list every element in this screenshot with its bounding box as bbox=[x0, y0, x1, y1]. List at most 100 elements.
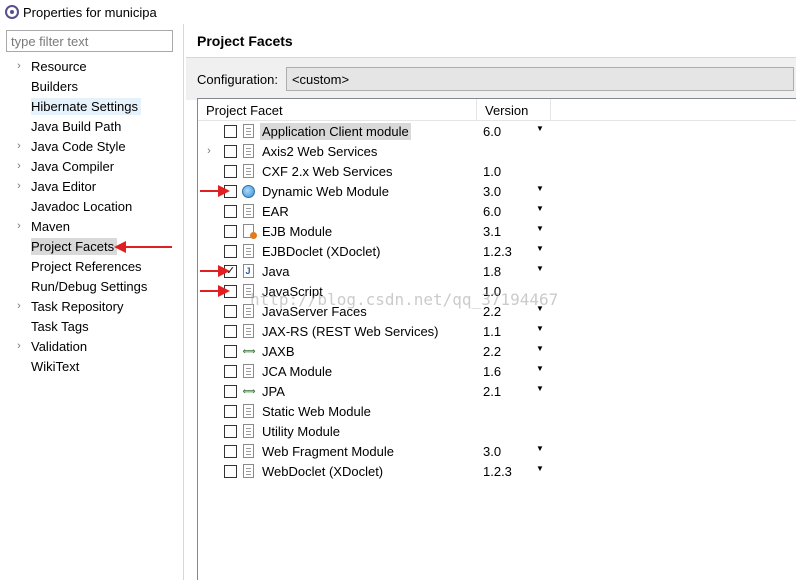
filter-input[interactable] bbox=[6, 30, 173, 52]
facet-checkbox[interactable] bbox=[224, 384, 237, 398]
version-dropdown-icon[interactable]: ▼ bbox=[536, 324, 544, 333]
facet-checkbox[interactable] bbox=[224, 364, 237, 378]
facet-checkbox[interactable] bbox=[224, 424, 237, 438]
version-cell[interactable]: 1.2.3 ▼ bbox=[477, 461, 551, 481]
doc-icon bbox=[241, 143, 255, 159]
facet-version: 1.1 bbox=[483, 323, 502, 339]
sidebar-item-label: Java Editor bbox=[31, 178, 97, 194]
table-row[interactable]: WebDoclet (XDoclet) 1.2.3 ▼ bbox=[198, 461, 796, 481]
version-dropdown-icon[interactable]: ▼ bbox=[536, 244, 544, 253]
facet-cell: EJBDoclet (XDoclet) bbox=[198, 241, 477, 261]
version-dropdown-icon[interactable]: ▼ bbox=[536, 184, 544, 193]
version-dropdown-icon[interactable]: ▼ bbox=[536, 384, 544, 393]
facet-name: Axis2 Web Services bbox=[262, 143, 378, 159]
facet-cell: ⇐⇒ JAXB bbox=[198, 341, 477, 361]
facet-checkbox[interactable] bbox=[224, 464, 237, 478]
table-row[interactable]: JavaServer Faces 2.2 ▼ bbox=[198, 301, 796, 321]
facet-checkbox[interactable] bbox=[224, 224, 237, 238]
sidebar-item-java-compiler[interactable]: › Java Compiler bbox=[0, 156, 184, 176]
facet-checkbox[interactable] bbox=[224, 324, 237, 338]
sidebar-item-java-build-path[interactable]: Java Build Path bbox=[0, 116, 184, 136]
version-cell[interactable]: 3.0 ▼ bbox=[477, 441, 551, 461]
facet-checkbox[interactable] bbox=[224, 124, 237, 138]
version-cell[interactable]: 1.8 ▼ bbox=[477, 261, 551, 281]
table-row[interactable]: JavaScript 1.0 bbox=[198, 281, 796, 301]
version-cell[interactable]: 1.1 ▼ bbox=[477, 321, 551, 341]
table-row[interactable]: Dynamic Web Module 3.0 ▼ bbox=[198, 181, 796, 201]
sidebar-item-task-repository[interactable]: › Task Repository bbox=[0, 296, 184, 316]
expand-chevron-icon[interactable]: › bbox=[14, 300, 24, 312]
sidebar-item-resource[interactable]: › Resource bbox=[0, 56, 184, 76]
sidebar-item-validation[interactable]: › Validation bbox=[0, 336, 184, 356]
version-dropdown-icon[interactable]: ▼ bbox=[536, 264, 544, 273]
version-cell bbox=[477, 401, 551, 421]
facet-version: 3.1 bbox=[483, 223, 502, 239]
table-row[interactable]: J Java 1.8 ▼ bbox=[198, 261, 796, 281]
table-row[interactable]: JCA Module 1.6 ▼ bbox=[198, 361, 796, 381]
sidebar-item-maven[interactable]: › Maven bbox=[0, 216, 184, 236]
version-cell[interactable]: 1.6 ▼ bbox=[477, 361, 551, 381]
version-cell[interactable]: 6.0 ▼ bbox=[477, 121, 551, 141]
facet-checkbox[interactable] bbox=[224, 164, 237, 178]
version-cell[interactable]: 2.1 ▼ bbox=[477, 381, 551, 401]
facet-checkbox[interactable] bbox=[224, 204, 237, 218]
sidebar-item-project-references[interactable]: Project References bbox=[0, 256, 184, 276]
expand-chevron-icon[interactable]: › bbox=[14, 60, 24, 72]
sidebar-item-hibernate-settings[interactable]: Hibernate Settings bbox=[0, 96, 184, 116]
table-row[interactable]: CXF 2.x Web Services 1.0 bbox=[198, 161, 796, 181]
version-cell[interactable]: 2.2 ▼ bbox=[477, 301, 551, 321]
table-row[interactable]: JAX-RS (REST Web Services) 1.1 ▼ bbox=[198, 321, 796, 341]
column-header-version[interactable]: Version bbox=[477, 99, 551, 121]
version-dropdown-icon[interactable]: ▼ bbox=[536, 204, 544, 213]
version-dropdown-icon[interactable]: ▼ bbox=[536, 304, 544, 313]
version-cell[interactable]: 3.0 ▼ bbox=[477, 181, 551, 201]
version-dropdown-icon[interactable]: ▼ bbox=[536, 124, 544, 133]
expand-chevron-icon[interactable]: › bbox=[14, 140, 24, 152]
facet-checkbox[interactable] bbox=[224, 144, 237, 158]
sidebar-item-task-tags[interactable]: Task Tags bbox=[0, 316, 184, 336]
expand-chevron-icon[interactable]: › bbox=[14, 160, 24, 172]
table-row[interactable]: EAR 6.0 ▼ bbox=[198, 201, 796, 221]
sidebar-item-javadoc-location[interactable]: Javadoc Location bbox=[0, 196, 184, 216]
table-row[interactable]: EJB Module 3.1 ▼ bbox=[198, 221, 796, 241]
version-cell[interactable]: 2.2 ▼ bbox=[477, 341, 551, 361]
table-row[interactable]: Static Web Module bbox=[198, 401, 796, 421]
version-dropdown-icon[interactable]: ▼ bbox=[536, 224, 544, 233]
facet-version: 2.1 bbox=[483, 383, 502, 399]
expand-chevron-icon[interactable]: › bbox=[204, 145, 214, 157]
expand-chevron-icon[interactable]: › bbox=[14, 180, 24, 192]
version-dropdown-icon[interactable]: ▼ bbox=[536, 464, 544, 473]
version-cell[interactable]: 3.1 ▼ bbox=[477, 221, 551, 241]
sidebar-item-builders[interactable]: Builders bbox=[0, 76, 184, 96]
facet-cell: Static Web Module bbox=[198, 401, 477, 421]
table-row[interactable]: › Axis2 Web Services bbox=[198, 141, 796, 161]
table-row[interactable]: ⇐⇒ JAXB 2.2 ▼ bbox=[198, 341, 796, 361]
table-row[interactable]: EJBDoclet (XDoclet) 1.2.3 ▼ bbox=[198, 241, 796, 261]
facet-checkbox[interactable] bbox=[224, 304, 237, 318]
facet-checkbox[interactable] bbox=[224, 244, 237, 258]
expand-chevron-icon[interactable]: › bbox=[14, 340, 24, 352]
version-dropdown-icon[interactable]: ▼ bbox=[536, 364, 544, 373]
table-row[interactable]: Application Client module 6.0 ▼ bbox=[198, 121, 796, 141]
version-dropdown-icon[interactable]: ▼ bbox=[536, 344, 544, 353]
facet-cell: CXF 2.x Web Services bbox=[198, 161, 477, 181]
facet-checkbox[interactable] bbox=[224, 444, 237, 458]
facet-checkbox[interactable] bbox=[224, 404, 237, 418]
version-dropdown-icon[interactable]: ▼ bbox=[536, 444, 544, 453]
column-header-facet[interactable]: Project Facet bbox=[198, 99, 477, 121]
expand-chevron-icon[interactable]: › bbox=[14, 220, 24, 232]
property-tree: › Resource Builders Hibernate Settings Java … bbox=[0, 56, 184, 376]
table-row[interactable]: Web Fragment Module 3.0 ▼ bbox=[198, 441, 796, 461]
facet-cell: WebDoclet (XDoclet) bbox=[198, 461, 477, 481]
sidebar-item-wikitext[interactable]: WikiText bbox=[0, 356, 184, 376]
facet-checkbox[interactable] bbox=[224, 344, 237, 358]
table-row[interactable]: Utility Module bbox=[198, 421, 796, 441]
configuration-select[interactable]: <custom> bbox=[285, 67, 794, 91]
table-row[interactable]: ⇐⇒ JPA 2.1 ▼ bbox=[198, 381, 796, 401]
sidebar-item-java-editor[interactable]: › Java Editor bbox=[0, 176, 184, 196]
sidebar-item-run-debug-settings[interactable]: Run/Debug Settings bbox=[0, 276, 184, 296]
version-cell[interactable]: 1.2.3 ▼ bbox=[477, 241, 551, 261]
facet-version: 6.0 bbox=[483, 203, 502, 219]
version-cell[interactable]: 6.0 ▼ bbox=[477, 201, 551, 221]
sidebar-item-java-code-style[interactable]: › Java Code Style bbox=[0, 136, 184, 156]
